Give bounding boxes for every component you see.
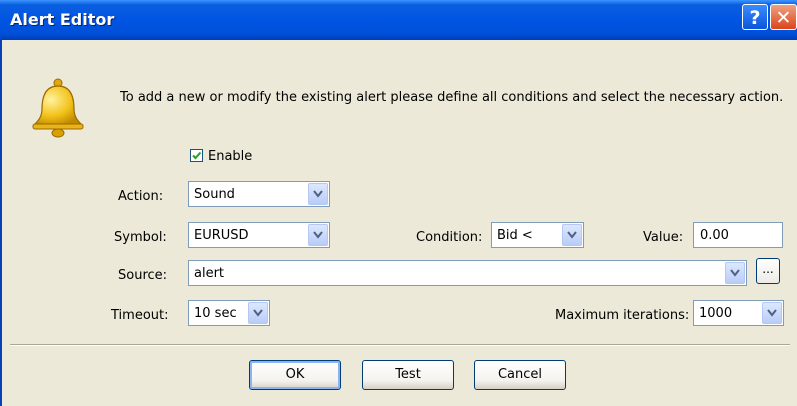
symbol-value: EURUSD bbox=[194, 228, 249, 243]
close-button[interactable]: ✕ bbox=[770, 4, 797, 30]
enable-label: Enable bbox=[208, 149, 253, 164]
action-value: Sound bbox=[194, 187, 235, 202]
symbol-label: Symbol: bbox=[114, 230, 167, 245]
ok-button[interactable]: OK bbox=[249, 360, 341, 390]
value-input-text: 0.00 bbox=[700, 228, 729, 243]
source-value: alert bbox=[194, 266, 225, 281]
max-iterations-value: 1000 bbox=[699, 306, 733, 321]
value-label: Value: bbox=[643, 230, 684, 245]
help-button[interactable]: ? bbox=[742, 4, 768, 30]
window-title: Alert Editor bbox=[10, 10, 115, 29]
source-select[interactable]: alert bbox=[188, 260, 747, 286]
max-iterations-select[interactable]: 1000 bbox=[693, 300, 784, 326]
timeout-label: Timeout: bbox=[111, 308, 169, 323]
enable-checkbox[interactable] bbox=[190, 149, 203, 162]
test-button[interactable]: Test bbox=[362, 360, 454, 390]
title-bar[interactable]: Alert Editor ? ✕ bbox=[0, 0, 797, 40]
chevron-down-icon[interactable] bbox=[308, 183, 328, 205]
source-label: Source: bbox=[118, 268, 168, 283]
timeout-select[interactable]: 10 sec bbox=[188, 300, 270, 326]
instructions-text: To add a new or modify the existing aler… bbox=[120, 90, 784, 105]
browse-button[interactable]: ... bbox=[756, 258, 780, 284]
chevron-down-icon[interactable] bbox=[562, 224, 582, 246]
separator bbox=[10, 344, 790, 346]
chevron-down-icon[interactable] bbox=[248, 302, 268, 324]
alert-editor-dialog: Alert Editor ? ✕ To add a new or modify … bbox=[0, 0, 797, 406]
checkmark-icon bbox=[192, 151, 202, 160]
cancel-button[interactable]: Cancel bbox=[474, 360, 566, 390]
action-label: Action: bbox=[118, 189, 164, 204]
value-input[interactable]: 0.00 bbox=[693, 222, 783, 248]
timeout-value: 10 sec bbox=[194, 306, 237, 321]
chevron-down-icon[interactable] bbox=[762, 302, 782, 324]
chevron-down-icon[interactable] bbox=[725, 262, 745, 284]
max-iterations-label: Maximum iterations: bbox=[555, 308, 690, 323]
window-border bbox=[0, 40, 2, 406]
condition-select[interactable]: Bid < bbox=[491, 222, 584, 248]
action-select[interactable]: Sound bbox=[188, 181, 330, 207]
chevron-down-icon[interactable] bbox=[308, 224, 328, 246]
condition-value: Bid < bbox=[497, 228, 533, 243]
symbol-select[interactable]: EURUSD bbox=[188, 222, 330, 248]
condition-label: Condition: bbox=[416, 230, 483, 245]
bell-icon bbox=[30, 77, 86, 143]
